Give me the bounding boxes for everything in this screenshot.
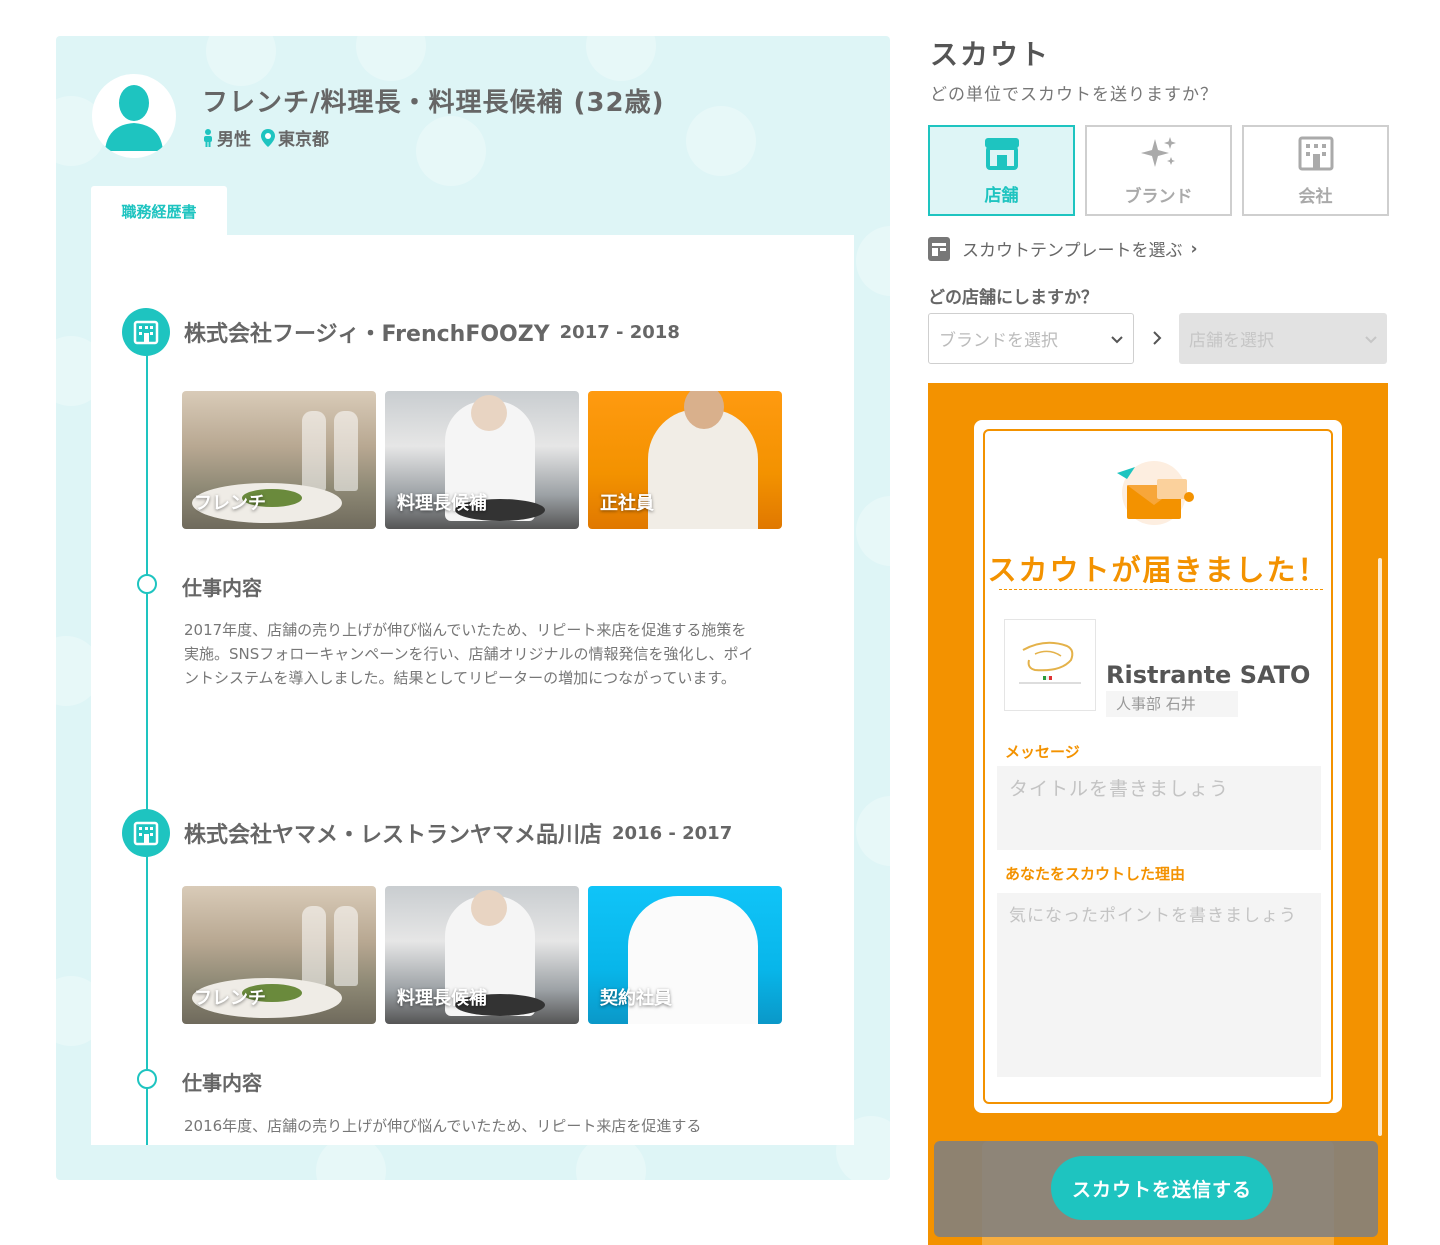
scout-preview: スカウトが届きました！ Ristrante SATO 人事部 石井 メッセージ … [928,383,1388,1245]
unit-company-label: 会社 [1298,186,1333,207]
career-card: 株式会社フージィ・FrenchFOOZY 2017 - 2018 フレンチ 料理… [91,235,854,1145]
tag-tile-position: 料理長候補 [385,886,579,1024]
unit-store-button[interactable]: 店舗 [928,125,1075,216]
sender-name: 人事部 石井 [1106,691,1238,717]
section-title: 仕事内容 [182,1071,262,1095]
chevron-right-icon [1152,330,1162,350]
job-description: 2016年度、店舗の売り上げが伸び悩んでいたため、リピート来店を促進する [184,1117,702,1135]
company-years: 2016 - 2017 [612,822,733,844]
location-label: 東京都 [278,130,329,150]
chevron-down-icon [1365,329,1377,349]
reason-field[interactable]: 気になったポイントを書きましょう [997,893,1321,1077]
male-icon [202,128,214,147]
unit-brand-button[interactable]: ブランド [1085,125,1232,216]
message-label: メッセージ [1005,743,1080,761]
building-icon [1297,135,1335,176]
section-title: 仕事内容 [182,576,262,600]
tag-tile-cuisine: フレンチ [182,886,376,1024]
company-name: 株式会社ヤマメ・レストランヤマメ品川店 [184,823,603,848]
candidate-title: フレンチ/料理長・料理長候補 (32歳) [202,88,665,118]
brand-select-placeholder: ブランドを選択 [939,331,1058,351]
template-link-label: スカウトテンプレートを選ぶ [962,241,1183,261]
avatar [92,74,176,158]
sparkle-icon [1139,135,1179,176]
divider [999,589,1323,590]
scout-question: どの単位でスカウトを送りますか？ [930,85,1218,105]
tag-tile-employment: 正社員 [588,391,782,529]
tag-tiles: フレンチ 料理長候補 正社員 [182,391,782,529]
brand-select[interactable]: ブランドを選択 [928,313,1134,364]
chevron-down-icon [1111,329,1123,349]
scout-panel: スカウト どの単位でスカウトを送りますか？ 店舗 ブランド 会社 スカウトテンプ… [928,0,1389,1245]
chevron-right-icon: › [1190,238,1198,259]
scout-arrived-headline: スカウトが届きました！ [987,553,1329,587]
company-name: 株式会社フージィ・FrenchFOOZY [184,322,550,347]
tag-tiles: フレンチ 料理長候補 契約社員 [182,886,782,1024]
person-icon [105,85,163,151]
tab-resume[interactable]: 職務経歴書 [91,186,227,236]
which-store-label: どの店舗にしますか？ [928,288,1098,308]
title-field[interactable]: タイトルを書きましょう [997,766,1321,850]
unit-selector: 店舗 ブランド 会社 [928,125,1389,216]
company-header: 株式会社ヤマメ・レストランヤマメ品川店 2016 - 2017 [122,809,732,857]
template-link[interactable]: スカウトテンプレートを選ぶ › [928,236,1198,261]
gender-label: 男性 [217,130,251,150]
tag-tile-cuisine: フレンチ [182,391,376,529]
unit-company-button[interactable]: 会社 [1242,125,1389,216]
building-icon [122,809,170,857]
store-select-placeholder: 店舗を選択 [1189,331,1274,351]
store-select[interactable]: 店舗を選択 [1179,313,1387,364]
scrollbar[interactable] [1378,558,1382,1136]
tag-tile-employment: 契約社員 [588,886,782,1024]
restaurant-logo [1004,619,1096,711]
job-description: 2017年度、店舗の売り上げが伸び悩んでいたため、リピート来店を促進する施策を実… [184,621,754,687]
tag-tile-position: 料理長候補 [385,391,579,529]
unit-store-label: 店舗 [984,185,1019,206]
send-scout-button[interactable]: スカウトを送信する [1051,1156,1273,1220]
timeline-dot [137,1069,157,1089]
restaurant-name: Ristrante SATO [1106,661,1311,689]
profile-header: フレンチ/料理長・料理長候補 (32歳) 男性 東京都 [92,74,665,158]
envelope-illustration [1109,459,1199,527]
building-icon [122,308,170,356]
timeline-line [146,335,148,1145]
template-icon [928,236,950,261]
location-pin-icon [261,128,275,147]
company-header: 株式会社フージィ・FrenchFOOZY 2017 - 2018 [122,308,680,356]
reason-label: あなたをスカウトした理由 [1005,865,1186,883]
preview-card: スカウトが届きました！ Ristrante SATO 人事部 石井 メッセージ … [974,420,1342,1113]
scout-title: スカウト [930,38,1051,71]
unit-brand-label: ブランド [1124,186,1193,207]
timeline-dot [137,574,157,594]
resume-panel: フレンチ/料理長・料理長候補 (32歳) 男性 東京都 職務経歴書 株式会社フー… [56,36,890,1180]
store-icon [983,136,1021,175]
company-years: 2017 - 2018 [559,321,680,343]
